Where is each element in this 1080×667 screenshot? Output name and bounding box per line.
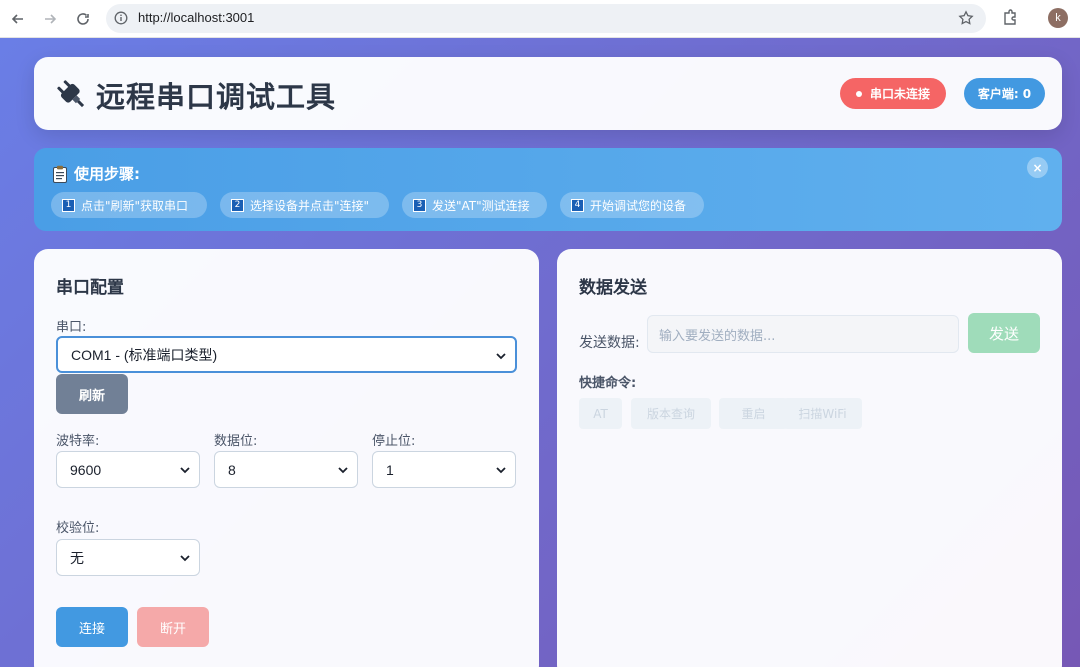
quick-command-at[interactable]: AT [579, 398, 622, 429]
parity-value: 无 [70, 549, 84, 566]
quick-command-wifi-scan[interactable]: 扫描WiFi [783, 398, 862, 429]
quick-command-version[interactable]: 版本查询 [631, 398, 711, 429]
baud-rate-label: 波特率: [56, 434, 100, 449]
url-text: http://localhost:3001 [138, 10, 255, 25]
extensions-icon[interactable] [1000, 8, 1020, 28]
step-text-1: 点击"刷新"获取串口 [81, 198, 189, 213]
disconnect-button[interactable]: 断开 [137, 607, 209, 647]
baud-rate-value: 9600 [70, 461, 102, 478]
clients-badge: 客户端: 0 [964, 78, 1045, 109]
step-item-2: 2 选择设备并点击"连接" [220, 192, 389, 218]
site-info-icon[interactable] [114, 11, 128, 25]
chevron-down-icon [496, 353, 506, 360]
data-bits-label: 数据位: [214, 434, 258, 449]
reload-icon[interactable] [71, 7, 95, 31]
usage-steps-title: 使用步骤: [52, 163, 140, 184]
plug-icon [57, 80, 85, 108]
serial-config-card: 串口配置 串口: COM1 - (标准端口类型) 刷新 波特率: 9600 数据… [34, 249, 539, 667]
refresh-button[interactable]: 刷新 [56, 374, 128, 414]
app-header: 远程串口调试工具 串口未连接 客户端: 0 [34, 57, 1062, 130]
chevron-down-icon [496, 467, 506, 474]
quick-commands-label: 快捷命令: [579, 376, 637, 391]
step-text-2: 选择设备并点击"连接" [250, 198, 370, 213]
port-select-value: COM1 - (标准端口类型) [71, 346, 218, 363]
step-number-4: 4 [571, 198, 584, 212]
step-text-3: 发送"AT"测试连接 [432, 198, 530, 213]
status-dot-icon [855, 90, 862, 97]
clipboard-icon [53, 165, 67, 183]
data-bits-value: 8 [228, 461, 236, 478]
stop-bits-value: 1 [386, 461, 394, 478]
bookmark-star-icon[interactable] [958, 10, 974, 26]
stop-bits-select[interactable]: 1 [372, 451, 516, 488]
page-title: 远程串口调试工具 [96, 80, 337, 114]
step-number-2: 2 [231, 198, 244, 212]
quick-command-reboot[interactable]: 重启 [719, 398, 788, 429]
step-number-1: 1 [62, 198, 75, 212]
connection-status-badge: 串口未连接 [840, 78, 946, 109]
step-number-3: 3 [413, 198, 426, 212]
step-text-4: 开始调试您的设备 [590, 198, 687, 213]
data-send-title: 数据发送 [579, 278, 647, 298]
back-icon[interactable] [6, 7, 30, 31]
port-select[interactable]: COM1 - (标准端口类型) [56, 336, 517, 373]
parity-select[interactable]: 无 [56, 539, 200, 576]
send-data-input[interactable]: 输入要发送的数据... [647, 315, 959, 353]
usage-steps-banner: 使用步骤: × 1 点击"刷新"获取串口 2 选择设备并点击"连接" 3 发送"… [34, 148, 1062, 231]
chevron-down-icon [180, 467, 190, 474]
baud-rate-select[interactable]: 9600 [56, 451, 200, 488]
browser-toolbar: http://localhost:3001 k [0, 0, 1080, 38]
parity-label: 校验位: [56, 521, 100, 536]
chevron-down-icon [338, 467, 348, 474]
send-button[interactable]: 发送 [968, 313, 1040, 353]
serial-config-title: 串口配置 [56, 278, 124, 298]
address-bar[interactable]: http://localhost:3001 [106, 4, 986, 33]
forward-icon[interactable] [38, 7, 62, 31]
profile-avatar[interactable]: k [1048, 8, 1068, 28]
port-label: 串口: [56, 320, 87, 335]
step-item-1: 1 点击"刷新"获取串口 [51, 192, 207, 218]
usage-steps-label: 使用步骤: [74, 165, 140, 183]
data-bits-select[interactable]: 8 [214, 451, 358, 488]
app-page: 远程串口调试工具 串口未连接 客户端: 0 使用步骤: × 1 点击"刷新"获取… [0, 38, 1080, 667]
status-text: 串口未连接 [869, 87, 930, 101]
step-item-4: 4 开始调试您的设备 [560, 192, 704, 218]
stop-bits-label: 停止位: [372, 434, 416, 449]
chevron-down-icon [180, 555, 190, 562]
connect-button[interactable]: 连接 [56, 607, 128, 647]
step-item-3: 3 发送"AT"测试连接 [402, 192, 547, 218]
send-data-label: 发送数据: [579, 335, 640, 351]
data-send-card: 数据发送 发送数据: 输入要发送的数据... 发送 快捷命令: AT 版本查询 … [557, 249, 1062, 667]
close-banner-button[interactable]: × [1027, 157, 1048, 178]
